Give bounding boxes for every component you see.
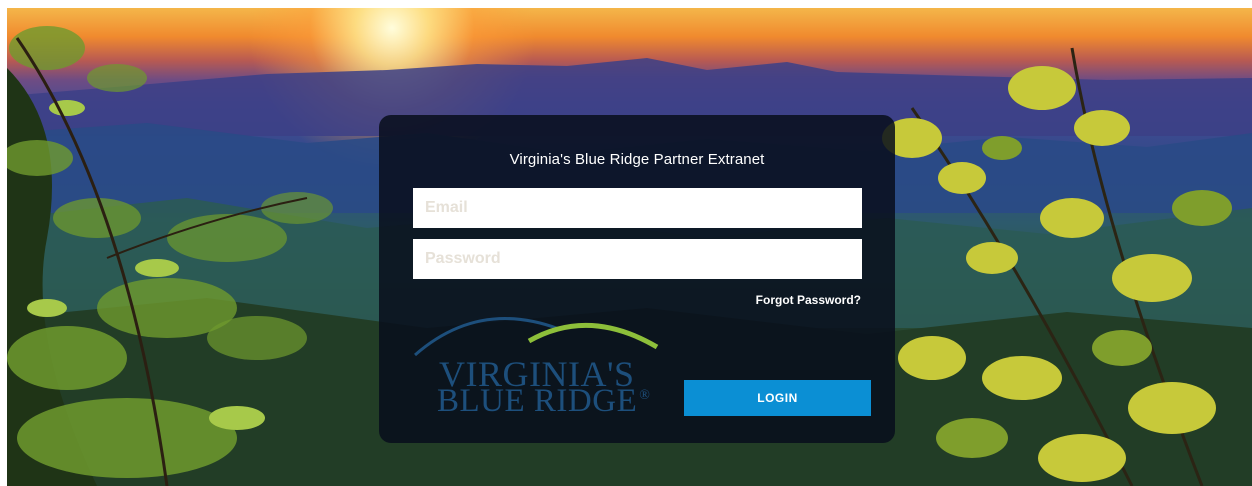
forgot-password-link[interactable]: Forgot Password?: [756, 293, 861, 307]
logo-line-2: BLUE RIDGE ®: [437, 383, 650, 420]
login-page: Virginia's Blue Ridge Partner Extranet F…: [7, 8, 1252, 486]
virginias-blue-ridge-logo: VIRGINIA'S BLUE RIDGE ®: [409, 303, 659, 423]
foliage-left: [7, 8, 367, 486]
logo-line-2-text: BLUE RIDGE: [437, 383, 638, 419]
foliage-right: [872, 28, 1252, 486]
login-panel: Virginia's Blue Ridge Partner Extranet F…: [379, 115, 895, 443]
email-field[interactable]: [413, 188, 862, 228]
registered-mark: ®: [639, 388, 651, 403]
page-title: Virginia's Blue Ridge Partner Extranet: [509, 151, 765, 168]
login-button[interactable]: LOGIN: [684, 380, 871, 416]
password-field[interactable]: [413, 239, 862, 279]
